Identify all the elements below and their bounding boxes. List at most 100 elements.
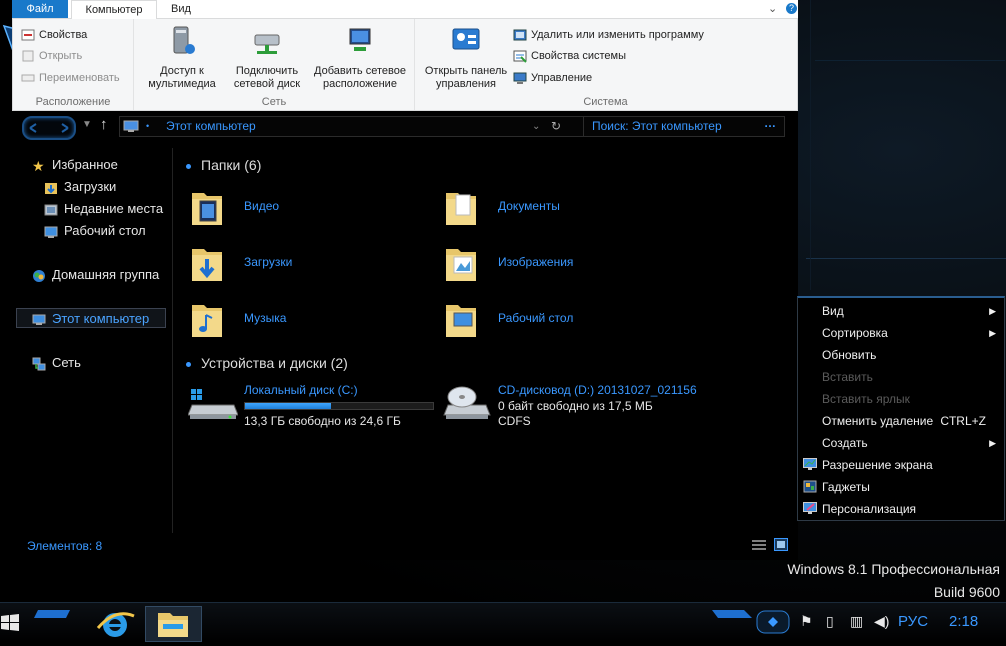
back-forward-buttons[interactable]	[22, 116, 76, 140]
menu-view[interactable]: Вид ▶	[798, 300, 1004, 322]
drive-cd-d[interactable]: CD-дисковод (D:) 20131027_021156 0 байт …	[434, 383, 697, 433]
downloads-folder-icon	[192, 249, 222, 281]
section-bullet-icon	[186, 163, 191, 169]
menu-gadgets[interactable]: Гаджеты	[798, 476, 1004, 498]
clock[interactable]: 2:18	[949, 613, 978, 630]
folder-music[interactable]: Музыка	[180, 295, 420, 345]
personalize-icon	[803, 502, 817, 514]
drive-free-space: 0 байт свободно из 17,5 МБ	[498, 399, 653, 413]
folder-name: Рабочий стол	[498, 311, 574, 325]
menu-sort[interactable]: Сортировка ▶	[798, 322, 1004, 344]
section-bullet-icon	[186, 361, 191, 367]
devices-section-header[interactable]: Устройства и диски (2)	[186, 355, 348, 371]
breadcrumb-separator-icon: •	[146, 121, 150, 131]
menu-new-label: Создать	[822, 436, 868, 450]
tab-file[interactable]: Файл	[12, 0, 68, 18]
folders-section-header[interactable]: Папки (6)	[186, 157, 261, 173]
wallpaper-line	[815, 60, 1005, 61]
start-button-icon[interactable]	[0, 613, 20, 633]
language-indicator[interactable]: РУС	[898, 613, 928, 630]
rename-button[interactable]: Переименовать	[21, 68, 120, 88]
properties-button[interactable]: Свойства	[21, 25, 87, 45]
nav-favorites-label: Избранное	[52, 157, 118, 172]
refresh-icon[interactable]: ↻	[551, 117, 561, 136]
folder-pictures[interactable]: Изображения	[434, 239, 674, 289]
media-access-button[interactable]: Доступ к мультимедиа	[142, 25, 222, 91]
tray-expand-icon[interactable]	[756, 610, 790, 634]
address-dropdown-icon[interactable]: ⌄	[532, 117, 540, 136]
submenu-arrow-icon: ▶	[989, 438, 996, 448]
drive-name: CD-дисковод (D:) 20131027_021156	[498, 383, 697, 397]
nav-homegroup[interactable]: Домашняя группа	[32, 265, 159, 285]
open-button[interactable]: Открыть	[21, 46, 82, 66]
action-center-flag-icon[interactable]: ⚑	[800, 613, 813, 630]
address-bar[interactable]: • Этот компьютер ⌄ ↻	[119, 116, 587, 137]
nav-network[interactable]: Сеть	[32, 353, 81, 373]
recent-locations-chevron-icon[interactable]: ▼	[82, 119, 92, 130]
rename-label: Переименовать	[39, 72, 120, 84]
nav-this-pc[interactable]: Этот компьютер	[16, 308, 166, 328]
menu-paste-label: Вставить	[822, 370, 873, 384]
menu-screen-resolution-label: Разрешение экрана	[822, 458, 933, 472]
search-placeholder: Поиск: Этот компьютер	[592, 119, 722, 133]
menu-paste-shortcut[interactable]: Вставить ярлык	[798, 388, 1004, 410]
nav-favorites[interactable]: ★ Избранное	[32, 155, 118, 175]
menu-screen-resolution[interactable]: Разрешение экрана	[798, 454, 1004, 476]
tab-computer[interactable]: Компьютер	[71, 0, 157, 19]
nav-downloads[interactable]: Загрузки	[44, 177, 116, 197]
desktop-icon	[44, 226, 58, 238]
taskbar: ⚑ ▯ ▥ ◀) РУС 2:18	[0, 602, 1006, 642]
screen-resolution-icon	[803, 458, 817, 470]
taskbar-internet-explorer[interactable]	[88, 606, 143, 640]
recent-places-icon	[44, 204, 58, 216]
folder-documents[interactable]: Документы	[434, 183, 674, 233]
control-panel-button[interactable]: Открыть панель управления	[419, 25, 513, 91]
folder-downloads[interactable]: Загрузки	[180, 239, 420, 289]
map-drive-button[interactable]: Подключить сетевой диск	[226, 25, 308, 91]
menu-new[interactable]: Создать ▶	[798, 432, 1004, 454]
nav-recent-label: Недавние места	[64, 201, 164, 216]
help-button[interactable]: ?	[786, 3, 797, 14]
search-icon[interactable]: …	[764, 114, 776, 133]
up-arrow-icon[interactable]: ↑	[100, 116, 108, 133]
ribbon-expand-button[interactable]: ⌄	[768, 2, 777, 15]
menu-gadgets-label: Гаджеты	[822, 480, 870, 494]
battery-icon[interactable]: ▯	[826, 613, 834, 630]
star-icon: ★	[32, 157, 45, 174]
menu-refresh[interactable]: Обновить	[798, 344, 1004, 366]
tab-view[interactable]: Вид	[160, 0, 202, 18]
folder-video[interactable]: Видео	[180, 183, 420, 233]
group-label-system: Система	[583, 96, 628, 108]
taskbar-file-explorer[interactable]	[145, 606, 202, 642]
submenu-arrow-icon: ▶	[989, 306, 996, 316]
group-label-network: Сеть	[261, 96, 287, 108]
menu-undo-delete[interactable]: Отменить удаление CTRL+Z	[798, 410, 1004, 432]
network-tray-icon[interactable]: ▥	[850, 613, 863, 630]
gadgets-icon	[803, 480, 817, 493]
large-icons-view-icon[interactable]	[774, 538, 788, 551]
add-location-button[interactable]: Добавить сетевое расположение	[310, 25, 410, 91]
manage-label: Управление	[531, 72, 593, 84]
folder-desktop[interactable]: Рабочий стол	[434, 295, 674, 345]
open-label: Открыть	[39, 50, 83, 62]
map-drive-label: Подключить сетевой диск	[233, 65, 301, 90]
nav-recent-places[interactable]: Недавние места	[44, 199, 163, 219]
volume-icon[interactable]: ◀)	[874, 613, 889, 630]
menu-personalize[interactable]: Персонализация	[798, 498, 1004, 520]
menu-undo-delete-label: Отменить удаление	[822, 414, 934, 428]
control-panel-label: Открыть панель управления	[424, 65, 508, 90]
manage-button[interactable]: Управление	[513, 68, 592, 88]
ribbon-group-network: Доступ к мультимедиа Подключить сетевой …	[134, 19, 415, 110]
drive-usage-fill	[245, 403, 332, 409]
uninstall-button[interactable]: Удалить или изменить программу	[513, 25, 704, 45]
drive-usage-bar	[244, 402, 434, 410]
search-box[interactable]: Поиск: Этот компьютер …	[583, 116, 785, 137]
drive-local-c[interactable]: Локальный диск (C:) 13,3 ГБ свободно из …	[180, 383, 440, 433]
content-pane: Папки (6) Видео Документы Загрузки Изобр…	[180, 148, 795, 533]
details-view-icon[interactable]	[752, 539, 766, 551]
menu-paste[interactable]: Вставить	[798, 366, 1004, 388]
uninstall-label: Удалить или изменить программу	[531, 29, 704, 41]
system-properties-button[interactable]: Свойства системы	[513, 46, 626, 66]
nav-desktop[interactable]: Рабочий стол	[44, 221, 146, 241]
navigation-pane: ★ Избранное Загрузки Недавние места Рабоч…	[12, 148, 173, 533]
